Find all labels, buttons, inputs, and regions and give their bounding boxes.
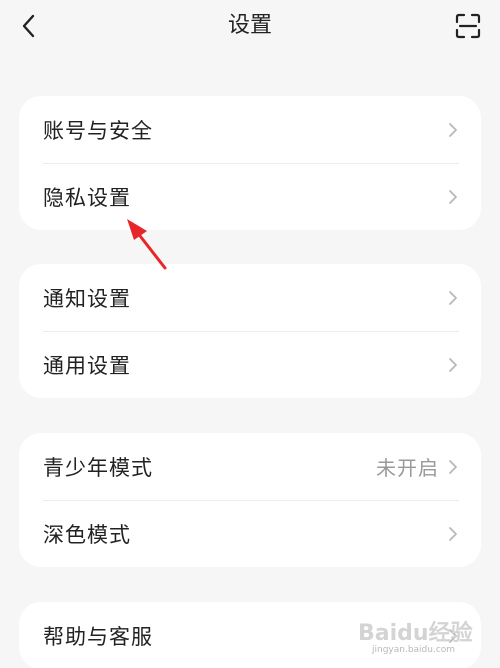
- menu-item-label: 深色模式: [43, 522, 131, 547]
- menu-item-notification-settings[interactable]: 通知设置: [19, 264, 481, 331]
- settings-group-help: 帮助与客服: [19, 602, 481, 668]
- menu-item-label: 通用设置: [43, 353, 131, 378]
- page-title: 设置: [227, 13, 272, 38]
- settings-group-notification: 通知设置 通用设置: [19, 264, 481, 398]
- menu-item-general-settings[interactable]: 通用设置: [19, 331, 481, 398]
- menu-item-dark-mode[interactable]: 深色模式: [19, 500, 481, 567]
- chevron-left-icon: [22, 14, 35, 38]
- chevron-right-icon: [447, 627, 459, 645]
- menu-item-label: 账号与安全: [43, 118, 153, 143]
- youth-mode-status: 未开启: [376, 456, 439, 480]
- menu-item-account-security[interactable]: 账号与安全: [19, 96, 481, 163]
- top-nav-bar: 设置: [0, 0, 500, 54]
- menu-item-privacy-settings[interactable]: 隐私设置: [19, 163, 481, 230]
- settings-group-modes: 青少年模式 未开启 深色模式: [19, 433, 481, 567]
- chevron-right-icon: [447, 289, 459, 307]
- settings-page: 设置 账号与安全 隐私设置 通知设置 通用设置 青少年模式 未开启 深色模式 帮…: [0, 0, 500, 668]
- chevron-right-icon: [447, 458, 459, 476]
- chevron-right-icon: [447, 356, 459, 374]
- menu-item-label: 隐私设置: [43, 185, 131, 210]
- menu-item-help-support[interactable]: 帮助与客服: [19, 602, 481, 668]
- back-button[interactable]: [14, 10, 42, 42]
- scan-button[interactable]: [452, 10, 484, 42]
- chevron-right-icon: [447, 188, 459, 206]
- scan-icon: [455, 13, 481, 39]
- menu-item-youth-mode[interactable]: 青少年模式 未开启: [19, 433, 481, 500]
- menu-item-label: 青少年模式: [43, 455, 153, 480]
- chevron-right-icon: [447, 525, 459, 543]
- chevron-right-icon: [447, 121, 459, 139]
- menu-item-label: 帮助与客服: [43, 624, 153, 649]
- menu-item-label: 通知设置: [43, 286, 131, 311]
- settings-group-account: 账号与安全 隐私设置: [19, 96, 481, 230]
